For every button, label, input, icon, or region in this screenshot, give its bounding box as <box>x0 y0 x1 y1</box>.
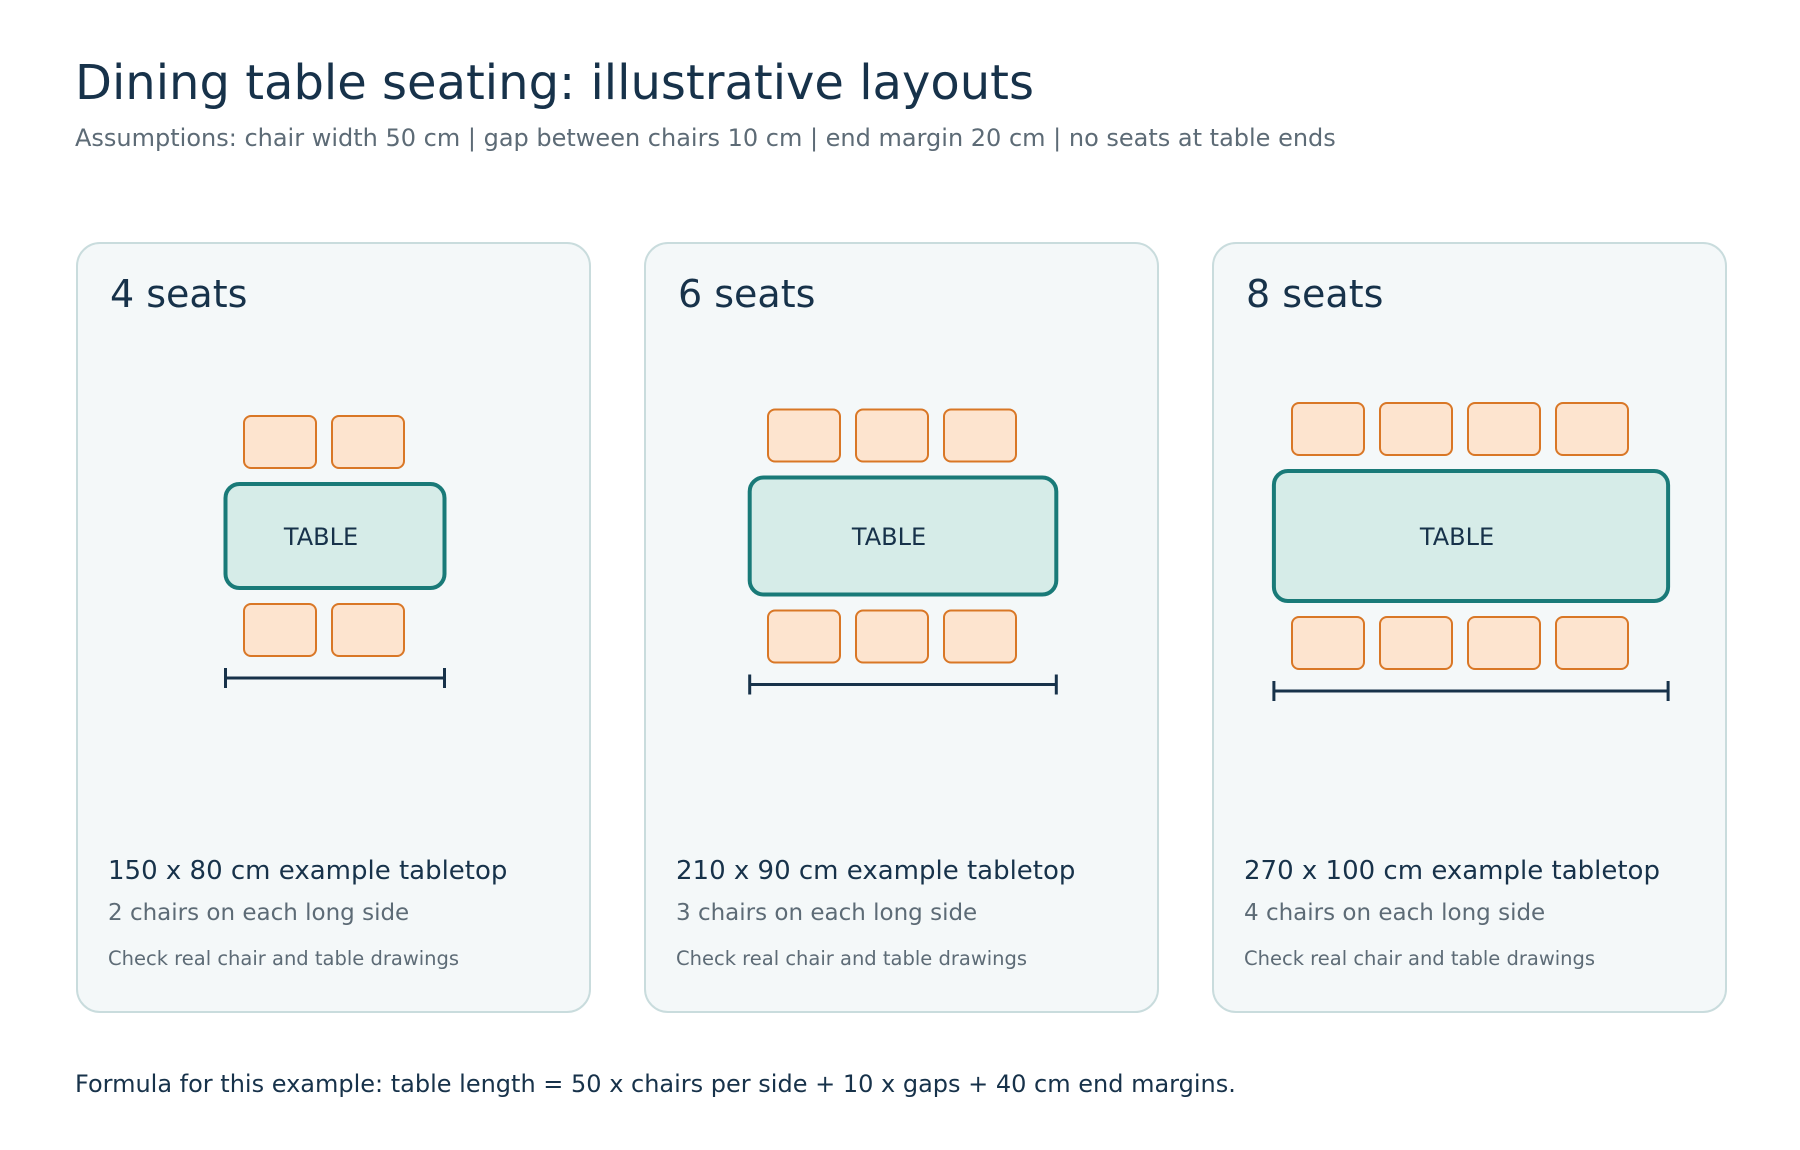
chair-bottom <box>943 609 1017 664</box>
chair-top <box>943 408 1017 463</box>
assumptions-subtitle: Assumptions: chair width 50 cm | gap bet… <box>75 124 1336 152</box>
chair-bottom <box>767 609 841 664</box>
layout-card-4-seats: TABLE 4 seats 150 x 80 cm example tablet… <box>76 242 591 1013</box>
seating-diagram: TABLE <box>747 408 1059 695</box>
tabletop-size-text: 150 x 80 cm example tabletop <box>108 856 508 886</box>
chair-bottom <box>1291 616 1365 670</box>
chair-top <box>243 415 317 469</box>
chair-bottom <box>1467 616 1541 670</box>
chair-bottom <box>243 603 317 657</box>
chair-top <box>767 408 841 463</box>
table-label: TABLE <box>1419 523 1494 551</box>
chair-bottom <box>1555 616 1629 670</box>
card-title: 8 seats <box>1246 272 1384 316</box>
table-label: TABLE <box>851 523 926 551</box>
chair-top <box>1291 402 1365 456</box>
formula-footnote: Formula for this example: table length =… <box>75 1070 1236 1098</box>
chair-bottom <box>855 609 929 664</box>
chair-top <box>1467 402 1541 456</box>
layout-card-6-seats: TABLE 6 seats 210 x 90 cm example tablet… <box>644 242 1159 1013</box>
chair-top <box>331 415 405 469</box>
chairs-per-side-text: 3 chairs on each long side <box>676 900 978 926</box>
chair-top <box>1379 402 1453 456</box>
table-label: TABLE <box>283 523 358 551</box>
chair-top <box>1555 402 1629 456</box>
page-title: Dining table seating: illustrative layou… <box>75 55 1034 111</box>
chairs-per-side-text: 2 chairs on each long side <box>108 900 410 926</box>
layout-card-8-seats: TABLE 8 seats 270 x 100 cm example table… <box>1212 242 1727 1013</box>
drawing-check-note: Check real chair and table drawings <box>676 947 1028 970</box>
tabletop-size-text: 210 x 90 cm example tabletop <box>676 856 1076 886</box>
chair-bottom <box>1379 616 1453 670</box>
chairs-per-side-text: 4 chairs on each long side <box>1244 900 1546 926</box>
drawing-check-note: Check real chair and table drawings <box>108 947 460 970</box>
seating-diagram: TABLE <box>223 415 447 688</box>
chair-bottom <box>331 603 405 657</box>
drawing-check-note: Check real chair and table drawings <box>1244 947 1596 970</box>
tabletop-size-text: 270 x 100 cm example tabletop <box>1244 856 1660 886</box>
card-title: 4 seats <box>110 272 248 316</box>
seating-diagram: TABLE <box>1271 402 1671 701</box>
chair-top <box>855 408 929 463</box>
card-title: 6 seats <box>678 272 816 316</box>
